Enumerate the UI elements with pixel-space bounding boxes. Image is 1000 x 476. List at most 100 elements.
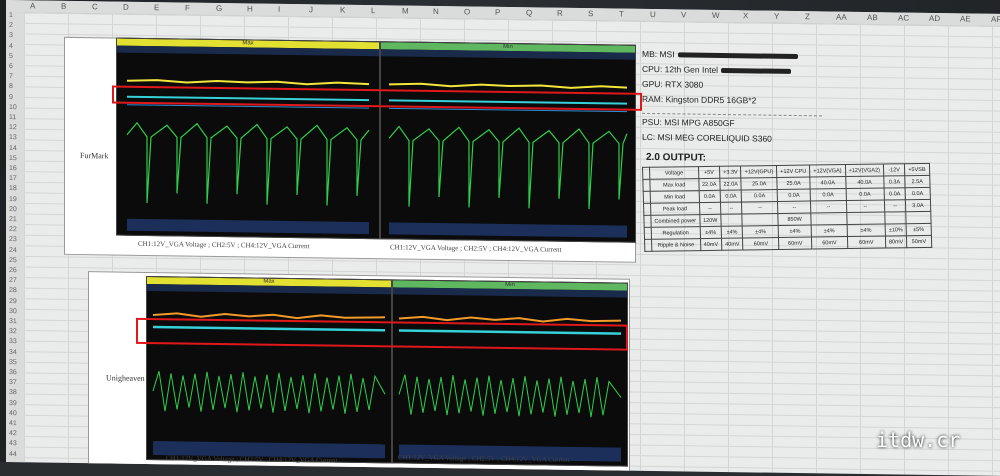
column-header[interactable]: H <box>247 4 253 13</box>
table-header-cell: +12V CPU <box>776 165 811 178</box>
column-header[interactable]: Q <box>526 8 532 17</box>
table-cell: 2.5A <box>904 175 930 188</box>
row-header[interactable]: 5 <box>9 53 13 60</box>
table-header-cell: +3.3V <box>719 165 742 179</box>
column-header[interactable]: U <box>650 10 656 19</box>
row-header[interactable]: 27 <box>9 277 17 284</box>
column-header[interactable]: Y <box>774 12 779 21</box>
column-header[interactable]: W <box>712 11 720 20</box>
column-header[interactable]: M <box>402 7 409 16</box>
row-header[interactable]: 25 <box>9 257 17 264</box>
column-header[interactable]: L <box>371 6 375 15</box>
column-header[interactable]: D <box>123 3 129 12</box>
column-header[interactable]: F <box>185 3 190 12</box>
row-header[interactable]: 32 <box>9 328 17 335</box>
row-header[interactable]: 1 <box>9 12 13 19</box>
column-header[interactable]: J <box>309 5 313 14</box>
waveform <box>126 79 370 235</box>
output-title: 2.0 OUTPUT: <box>646 151 707 164</box>
row-header[interactable]: 14 <box>9 145 17 152</box>
column-header[interactable]: P <box>495 8 500 17</box>
row-header[interactable]: 2 <box>9 22 13 29</box>
table-cell: -- <box>810 200 847 214</box>
row-header[interactable]: 17 <box>9 175 17 182</box>
row-header[interactable]: 23 <box>9 236 17 243</box>
row-header[interactable]: 3 <box>9 32 13 39</box>
column-header[interactable]: AF <box>991 15 1000 24</box>
table-cell: -- <box>884 199 906 213</box>
column-header[interactable]: G <box>216 4 222 13</box>
column-header[interactable]: S <box>588 9 593 18</box>
column-header[interactable]: E <box>154 3 159 12</box>
row-header[interactable]: 20 <box>9 206 17 213</box>
column-header[interactable]: B <box>61 2 66 11</box>
row-header[interactable]: 33 <box>9 338 17 345</box>
row-header[interactable]: 36 <box>9 369 17 376</box>
column-header[interactable]: N <box>433 7 439 16</box>
row-header[interactable]: 6 <box>9 63 13 70</box>
column-header[interactable]: V <box>681 10 686 19</box>
table-header-cell: +5V <box>698 166 720 179</box>
table-cell: 0.0A <box>845 188 885 201</box>
table-cell: Ripple & Noise <box>651 238 701 252</box>
row-header[interactable]: 28 <box>9 287 17 294</box>
row-header[interactable]: 12 <box>9 124 17 131</box>
row-header[interactable]: 13 <box>9 134 17 141</box>
row-header[interactable]: 18 <box>9 185 17 192</box>
row-header[interactable]: 38 <box>9 389 17 396</box>
row-header[interactable]: 29 <box>9 298 17 305</box>
waveform <box>398 315 622 462</box>
column-header[interactable]: I <box>278 5 280 14</box>
column-header[interactable]: AC <box>898 13 909 22</box>
row-header[interactable]: 8 <box>9 83 13 90</box>
row-header[interactable]: 9 <box>9 94 13 101</box>
monitor-bezel: A B C D E F G H I J K L M N O P Q R S T U V W X Y Z AA AB AC AD AE AF 1… <box>0 0 1000 476</box>
row-header[interactable]: 22 <box>9 226 17 233</box>
row-header[interactable]: 19 <box>9 196 17 203</box>
row-header[interactable]: 21 <box>9 216 17 223</box>
table-cell: Max load <box>649 178 699 192</box>
column-header[interactable]: A <box>30 1 35 10</box>
row-header[interactable]: 7 <box>9 73 13 80</box>
row-header[interactable]: 15 <box>9 155 17 162</box>
column-header[interactable]: T <box>619 10 624 19</box>
row-header[interactable]: 24 <box>9 247 17 254</box>
row-header[interactable]: 37 <box>9 379 17 386</box>
table-cell: ±5% <box>906 223 931 236</box>
column-header[interactable]: AB <box>867 13 878 22</box>
column-header[interactable]: AA <box>836 13 847 22</box>
row-header[interactable]: 16 <box>9 165 17 172</box>
row-header[interactable]: 31 <box>9 318 17 325</box>
row-header[interactable]: 10 <box>9 104 17 111</box>
waveform <box>388 82 628 238</box>
row-header[interactable]: 11 <box>9 114 16 121</box>
furmark-label: FurMark <box>80 151 109 161</box>
row-header[interactable]: 43 <box>9 440 17 447</box>
column-header[interactable]: C <box>92 2 98 11</box>
column-header[interactable]: AE <box>960 14 971 23</box>
row-header[interactable]: 40 <box>9 410 17 417</box>
table-header-cell: +5VSB <box>904 163 930 176</box>
column-header[interactable]: X <box>743 11 748 20</box>
row-header[interactable]: 42 <box>9 430 17 437</box>
table-cell <box>811 212 847 226</box>
row-header[interactable]: 34 <box>9 349 17 356</box>
output-table: Voltage +5V +3.3V +12V(GPU) +12V CPU +12V(VGA… <box>642 163 932 252</box>
row-header[interactable]: 41 <box>9 420 17 427</box>
column-header[interactable]: K <box>340 6 345 15</box>
column-header[interactable]: AD <box>929 14 940 23</box>
table-cell: 0.3A <box>883 175 906 189</box>
table-cell: ±4% <box>846 224 886 237</box>
row-header[interactable]: 4 <box>9 43 13 50</box>
column-header[interactable]: R <box>557 9 563 18</box>
column-header[interactable]: Z <box>805 12 810 21</box>
table-cell: ±4% <box>699 226 722 239</box>
row-header[interactable]: 30 <box>9 308 17 315</box>
table-header-cell: -12V <box>883 163 905 177</box>
table-cell: 50mV <box>906 235 932 248</box>
column-header[interactable]: O <box>464 7 470 16</box>
row-header[interactable]: 35 <box>9 359 17 366</box>
row-header[interactable]: 26 <box>9 267 17 274</box>
row-header[interactable]: 44 <box>9 451 17 458</box>
row-header[interactable]: 39 <box>9 400 17 407</box>
